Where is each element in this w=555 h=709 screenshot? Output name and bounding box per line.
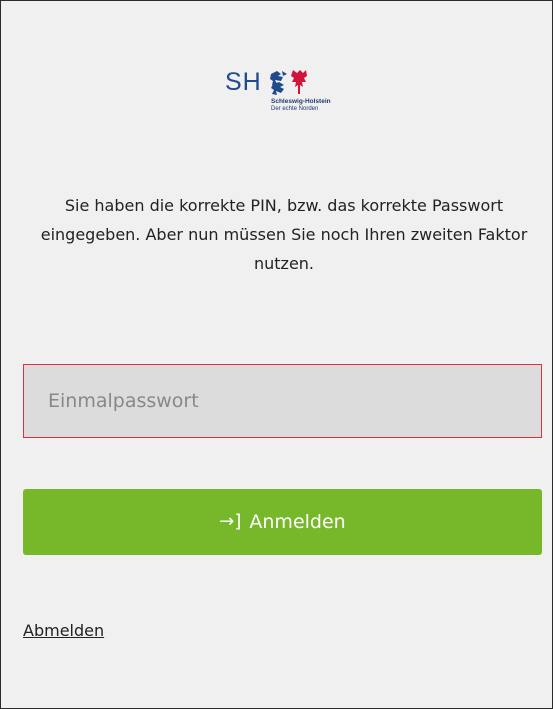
login-arrow-icon: →]	[219, 511, 242, 532]
coat-of-arms-icon	[270, 70, 307, 95]
logo-state-name: Schleswig-Holstein	[271, 98, 331, 105]
login-panel: SH Schleswig-Holstein Der echte Norden S…	[0, 0, 553, 709]
logo-slogan: Der echte Norden	[271, 106, 319, 112]
two-factor-message: Sie haben die korrekte PIN, bzw. das kor…	[40, 196, 528, 273]
login-button[interactable]: →] Anmelden	[23, 489, 542, 555]
schleswig-holstein-logo: SH Schleswig-Holstein Der echte Norden	[225, 67, 345, 127]
logout-link[interactable]: Abmelden	[23, 621, 104, 640]
login-button-label: Anmelden	[249, 511, 346, 533]
logo-abbreviation: SH	[225, 68, 262, 96]
one-time-password-input[interactable]	[23, 364, 542, 438]
